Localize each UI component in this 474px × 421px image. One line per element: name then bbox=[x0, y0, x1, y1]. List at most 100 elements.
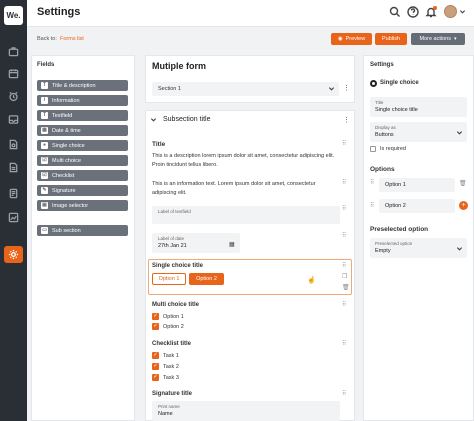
field-checklist[interactable]: ☑ Checklist bbox=[37, 170, 128, 181]
cursor-icon: ☝ bbox=[307, 277, 316, 284]
checkbox-checked[interactable]: ✓ bbox=[152, 313, 159, 320]
textfield-input[interactable]: Label of textfield bbox=[152, 206, 340, 224]
checkbox-checked[interactable]: ✓ bbox=[152, 374, 159, 381]
info-icon: i bbox=[41, 97, 48, 104]
settings-field-type: Single choice bbox=[380, 80, 419, 86]
calendar-icon[interactable] bbox=[7, 67, 20, 79]
breadcrumb-link[interactable]: Forms list bbox=[60, 36, 84, 42]
drag-handle-icon[interactable]: ⠿ bbox=[370, 180, 377, 186]
checkbox-checked[interactable]: ✓ bbox=[152, 363, 159, 370]
field-date-time[interactable]: ▦ Date & time bbox=[37, 125, 128, 136]
trash-icon[interactable]: 🗑 bbox=[342, 284, 350, 291]
briefcase-icon[interactable] bbox=[7, 45, 20, 57]
field-information[interactable]: i Information bbox=[37, 95, 128, 106]
section-icon: ▭ bbox=[41, 227, 48, 234]
section-select[interactable]: Section 1 bbox=[152, 82, 339, 96]
field-title-description[interactable]: T Title & description bbox=[37, 80, 128, 91]
chevron-down-icon bbox=[456, 245, 463, 254]
calendar-icon[interactable]: ▦ bbox=[229, 241, 235, 248]
drag-handle-icon[interactable]: ⠿ bbox=[342, 263, 349, 269]
checklist-task: Task 3 bbox=[163, 375, 179, 381]
print-name-input[interactable]: Print name Name bbox=[152, 401, 340, 421]
chevron-down-icon: ▾ bbox=[453, 36, 457, 42]
field-sub-section[interactable]: ▭ Sub section bbox=[37, 225, 128, 236]
checkbox-icon: ☑ bbox=[41, 172, 48, 179]
settings-panel-title: Settings bbox=[370, 62, 394, 68]
drag-handle-icon[interactable]: ⠿ bbox=[342, 141, 349, 147]
notification-dot bbox=[433, 6, 437, 10]
fields-panel-title: Fields bbox=[37, 62, 55, 68]
field-multi-choice[interactable]: ☑ Multi choice bbox=[37, 155, 128, 166]
drag-handle-icon[interactable]: ⠿ bbox=[342, 233, 349, 239]
option-1-button[interactable]: Option 1 bbox=[152, 273, 186, 285]
breadcrumb-back-label: Back to: bbox=[37, 36, 57, 42]
page-title: Settings bbox=[37, 6, 81, 18]
field-signature[interactable]: ✎ Signature bbox=[37, 185, 128, 196]
subsection-title: Subsection title bbox=[163, 116, 211, 123]
copy-icon[interactable]: ❐ bbox=[342, 273, 347, 280]
avatar[interactable] bbox=[444, 5, 457, 18]
title-block-title: Title bbox=[152, 141, 166, 148]
checkbox-checked[interactable]: ✓ bbox=[152, 323, 159, 330]
document-search-icon[interactable] bbox=[7, 138, 20, 150]
field-image-selector[interactable]: ▣ Image selector bbox=[37, 200, 128, 211]
side-rail: We. bbox=[0, 0, 27, 421]
preselected-heading: Preselected option bbox=[370, 226, 429, 233]
app-logo[interactable]: We. bbox=[4, 6, 23, 25]
checklist-task: Task 2 bbox=[163, 364, 179, 370]
checkbox-icon: ☑ bbox=[41, 157, 48, 164]
chevron-down-icon[interactable] bbox=[150, 116, 157, 125]
required-label: Is required bbox=[380, 146, 406, 152]
drag-handle-icon[interactable]: ⠿ bbox=[342, 341, 349, 347]
checklist-task: Task 1 bbox=[163, 353, 179, 359]
text-icon: T bbox=[41, 82, 48, 89]
trash-icon[interactable]: 🗑 bbox=[459, 180, 467, 187]
preselected-option-select[interactable]: Preselected option Empty bbox=[370, 238, 467, 258]
inbox-icon[interactable] bbox=[7, 113, 20, 125]
more-actions-button[interactable]: More actions ▾ bbox=[411, 33, 465, 45]
field-single-choice[interactable]: ● Single choice bbox=[37, 140, 128, 151]
chart-icon[interactable] bbox=[7, 211, 20, 223]
drag-handle-icon[interactable]: ⠿ bbox=[342, 391, 349, 397]
multi-choice-option: Option 1 bbox=[163, 314, 184, 320]
option-1-input[interactable]: Option 1 bbox=[379, 178, 455, 192]
chevron-down-icon bbox=[456, 129, 463, 138]
single-choice-title: Single choice title bbox=[152, 263, 204, 269]
multi-choice-option: Option 2 bbox=[163, 324, 184, 330]
drag-handle-icon[interactable]: ⠿ bbox=[342, 180, 349, 186]
settings-title-input[interactable]: Title Single choice title bbox=[370, 97, 467, 117]
checklist-title: Checklist title bbox=[152, 341, 192, 347]
document-icon[interactable] bbox=[7, 161, 20, 173]
info-text: This is an information text. Lorem ipsum… bbox=[152, 181, 316, 196]
publish-button[interactable]: Publish bbox=[375, 33, 407, 45]
chevron-down-icon[interactable] bbox=[459, 8, 466, 17]
option-2-input[interactable]: Option 2 bbox=[379, 199, 455, 213]
image-icon: ▣ bbox=[41, 202, 48, 209]
text-icon: T bbox=[41, 112, 48, 119]
signature-title: Signature title bbox=[152, 391, 193, 397]
more-vert-icon[interactable]: ⋮ bbox=[343, 84, 350, 92]
preview-button[interactable]: ◉ Preview bbox=[331, 33, 372, 45]
search-icon[interactable] bbox=[389, 6, 401, 18]
date-input[interactable]: Label of date 27th Jan 21 ▦ bbox=[152, 233, 240, 253]
settings-gear-icon[interactable] bbox=[4, 246, 23, 263]
eye-icon: ◉ bbox=[337, 36, 343, 42]
more-vert-icon[interactable]: ⋮ bbox=[343, 116, 350, 124]
drag-handle-icon[interactable]: ⠿ bbox=[342, 206, 349, 212]
radio-icon: ● bbox=[41, 142, 48, 149]
add-option-icon[interactable]: + bbox=[459, 201, 468, 210]
options-heading: Options bbox=[370, 166, 395, 173]
field-textfield[interactable]: T Textfield bbox=[37, 110, 128, 121]
required-checkbox[interactable] bbox=[370, 146, 376, 152]
alarm-icon[interactable] bbox=[7, 90, 20, 102]
pen-icon: ✎ bbox=[41, 187, 48, 194]
layers-icon[interactable] bbox=[7, 187, 20, 199]
help-icon[interactable] bbox=[407, 6, 419, 18]
option-2-button[interactable]: Option 2 bbox=[189, 273, 224, 285]
drag-handle-icon[interactable]: ⠿ bbox=[342, 302, 349, 308]
form-title: Mutiple form bbox=[152, 61, 206, 71]
drag-handle-icon[interactable]: ⠿ bbox=[370, 203, 377, 209]
checkbox-checked[interactable]: ✓ bbox=[152, 352, 159, 359]
multi-choice-title: Multi choice title bbox=[152, 302, 200, 308]
display-as-select[interactable]: Display as Buttons bbox=[370, 122, 467, 142]
